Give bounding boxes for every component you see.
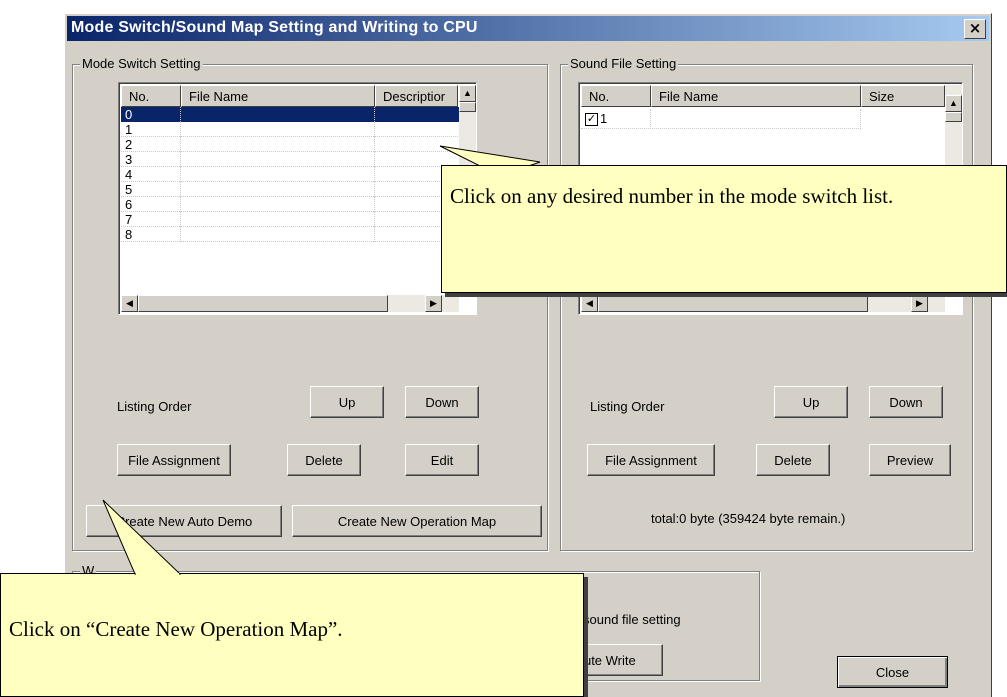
operation-map-callout-text: Click on “Create New Operation Map”. [9, 617, 343, 641]
edit-button[interactable]: Edit [405, 444, 479, 476]
total-size-status: total:0 byte (359424 byte remain.) [651, 511, 846, 526]
scroll-left-icon[interactable]: ◀ [121, 295, 138, 312]
sound-file-setting-text: sound file setting [583, 612, 681, 627]
scroll-thumb[interactable] [459, 102, 476, 112]
column-no[interactable]: No. [121, 85, 181, 107]
row-file-name [181, 197, 375, 212]
mode-switch-group-label: Mode Switch Setting [80, 56, 203, 72]
scroll-right-icon[interactable]: ▶ [911, 295, 928, 312]
mode-switch-list-header: No. File Name Descriptior [121, 85, 458, 107]
row-number: 6 [121, 197, 181, 212]
file-assignment-button[interactable]: File Assignment [587, 444, 715, 476]
row-number: 5 [121, 182, 181, 197]
list-item[interactable]: 6 [121, 197, 468, 212]
mode-switch-callout-text: Click on any desired number in the mode … [450, 184, 894, 208]
row-number: 1 [121, 122, 181, 137]
mode-switch-hscrollbar[interactable]: ◀ ▶ [121, 295, 459, 312]
preview-button[interactable]: Preview [869, 444, 951, 476]
column-no[interactable]: No. [581, 85, 651, 107]
column-size[interactable]: Size [861, 85, 945, 107]
sound-file-group: Sound File Setting No. File Name Size ✓ 1… [560, 56, 973, 551]
scroll-up-icon[interactable]: ▲ [459, 85, 476, 102]
sound-file-hscrollbar[interactable]: ◀ ▶ [581, 295, 945, 312]
list-item[interactable]: 8 [121, 227, 468, 242]
scroll-right-icon[interactable]: ▶ [425, 295, 442, 312]
mode-switch-rows: 0 1 2 3 4 5 6 7 8 [121, 107, 468, 242]
move-up-button[interactable]: Up [774, 386, 848, 418]
row-number: 8 [121, 227, 181, 242]
close-button[interactable]: Close [837, 656, 948, 688]
row-number: 2 [121, 137, 181, 152]
mode-switch-group: Mode Switch Setting No. File Name Descri… [72, 56, 548, 551]
move-down-button[interactable]: Down [869, 386, 943, 418]
row-file-name [651, 109, 861, 129]
row-file-name [181, 227, 375, 242]
row-description [375, 137, 468, 152]
operation-map-callout: Click on “Create New Operation Map”. [0, 573, 584, 697]
row-number: 4 [121, 167, 181, 182]
scroll-thumb[interactable] [138, 295, 388, 312]
list-item[interactable]: 1 [121, 122, 468, 137]
list-item[interactable]: 2 [121, 137, 468, 152]
row-file-name [181, 122, 375, 137]
title-bar[interactable]: Mode Switch/Sound Map Setting and Writin… [67, 16, 989, 41]
list-item[interactable]: 0 [121, 107, 468, 122]
list-item[interactable]: 4 [121, 167, 468, 182]
listing-order-label: Listing Order [590, 399, 665, 414]
mode-switch-list[interactable]: No. File Name Descriptior 0 1 2 3 4 5 6 … [118, 82, 477, 315]
delete-button[interactable]: Delete [287, 444, 361, 476]
mode-switch-callout: Click on any desired number in the mode … [441, 165, 1007, 293]
row-file-name [181, 152, 375, 167]
list-item[interactable]: 5 [121, 182, 468, 197]
move-down-button[interactable]: Down [405, 386, 479, 418]
scroll-up-icon[interactable]: ▲ [945, 95, 962, 112]
create-new-auto-demo-button[interactable]: Create New Auto Demo [86, 505, 282, 537]
row-number-text: 1 [600, 111, 608, 126]
sound-file-group-label: Sound File Setting [568, 56, 679, 72]
row-file-name [181, 182, 375, 197]
list-item[interactable]: 7 [121, 212, 468, 227]
listing-order-label: Listing Order [117, 399, 192, 414]
create-new-operation-map-button[interactable]: Create New Operation Map [292, 505, 542, 537]
sound-file-list-header: No. File Name Size [581, 85, 945, 107]
scroll-thumb[interactable] [945, 112, 962, 122]
column-file-name[interactable]: File Name [181, 85, 375, 107]
list-item[interactable]: ✓ 1 [581, 109, 861, 129]
column-description[interactable]: Descriptior [375, 85, 458, 107]
scroll-thumb[interactable] [598, 295, 868, 312]
row-description [375, 107, 468, 122]
row-number: ✓ 1 [581, 109, 651, 129]
row-file-name [181, 137, 375, 152]
row-number: 7 [121, 212, 181, 227]
row-file-name [181, 212, 375, 227]
file-assignment-button[interactable]: File Assignment [117, 444, 231, 476]
row-number: 3 [121, 152, 181, 167]
row-number: 0 [121, 107, 181, 122]
column-file-name[interactable]: File Name [651, 85, 861, 107]
checkbox-checked-icon[interactable]: ✓ [585, 113, 598, 127]
move-up-button[interactable]: Up [310, 386, 384, 418]
window-title: Mode Switch/Sound Map Setting and Writin… [71, 19, 478, 36]
delete-button[interactable]: Delete [756, 444, 830, 476]
row-file-name [181, 107, 375, 122]
row-description [375, 122, 468, 137]
scroll-left-icon[interactable]: ◀ [581, 295, 598, 312]
row-file-name [181, 167, 375, 182]
list-item[interactable]: 3 [121, 152, 468, 167]
close-icon[interactable]: × [964, 19, 986, 39]
